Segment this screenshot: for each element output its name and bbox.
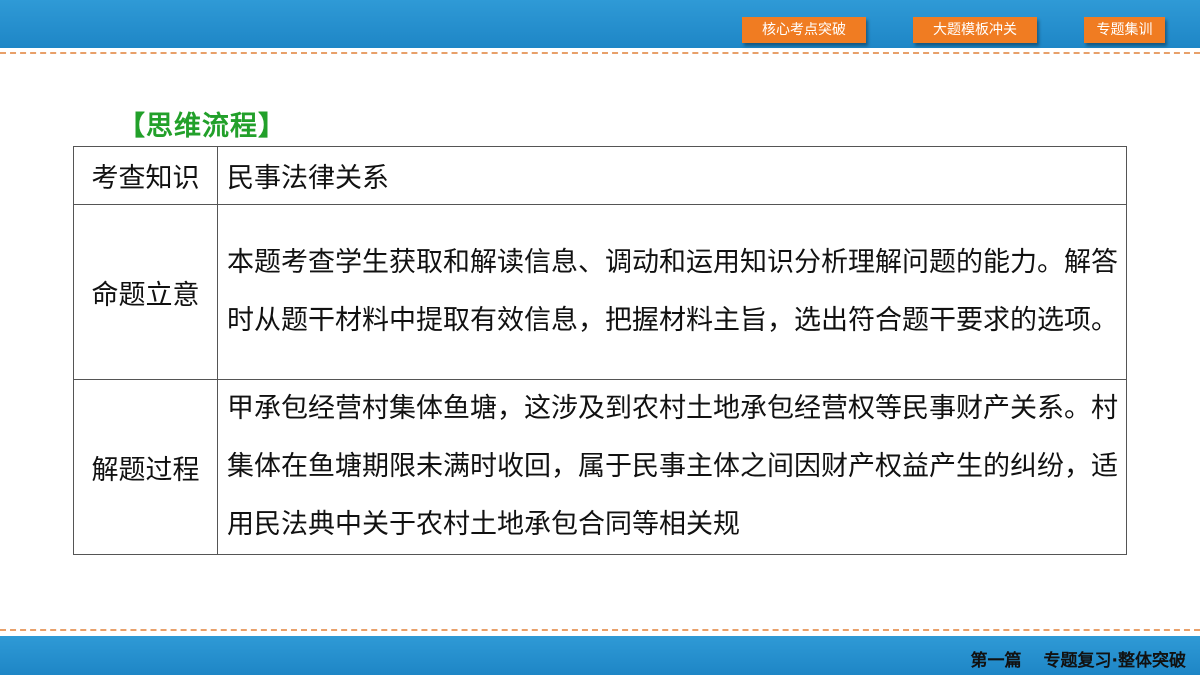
table-row: 解题过程 甲承包经营村集体鱼塘，这涉及到农村土地承包经营权等民事财产关系。村集体… [73, 379, 1127, 555]
table-row: 考查知识 民事法律关系 [73, 146, 1127, 205]
table-row: 命题立意 本题考查学生获取和解读信息、调动和运用知识分析理解问题的能力。解答时从… [73, 204, 1127, 380]
row-content-intent: 本题考查学生获取和解读信息、调动和运用知识分析理解问题的能力。解答时从题干材料中… [217, 204, 1127, 380]
row-content-knowledge: 民事法律关系 [217, 146, 1127, 205]
row-label-knowledge: 考查知识 [73, 146, 218, 205]
row-label-intent: 命题立意 [73, 204, 218, 380]
row-label-process: 解题过程 [73, 379, 218, 555]
top-dashed-divider [0, 52, 1200, 54]
nav-button-core-points[interactable]: 核心考点突破 [742, 17, 866, 43]
section-title: 【思维流程】 [118, 111, 286, 142]
footer-title: 专题复习·整体突破 [1043, 651, 1186, 671]
thinking-flow-table: 考查知识 民事法律关系 命题立意 本题考查学生获取和解读信息、调动和运用知识分析… [73, 146, 1127, 555]
nav-button-topic-training[interactable]: 专题集训 [1084, 17, 1165, 43]
footer-part: 第一篇 [970, 651, 1022, 671]
bottom-dashed-divider [0, 629, 1200, 631]
footer-caption: 第一篇 专题复习·整体突破 [971, 646, 1186, 671]
nav-button-question-templates[interactable]: 大题模板冲关 [913, 17, 1037, 43]
row-content-process: 甲承包经营村集体鱼塘，这涉及到农村土地承包经营权等民事财产关系。村集体在鱼塘期限… [217, 379, 1127, 555]
